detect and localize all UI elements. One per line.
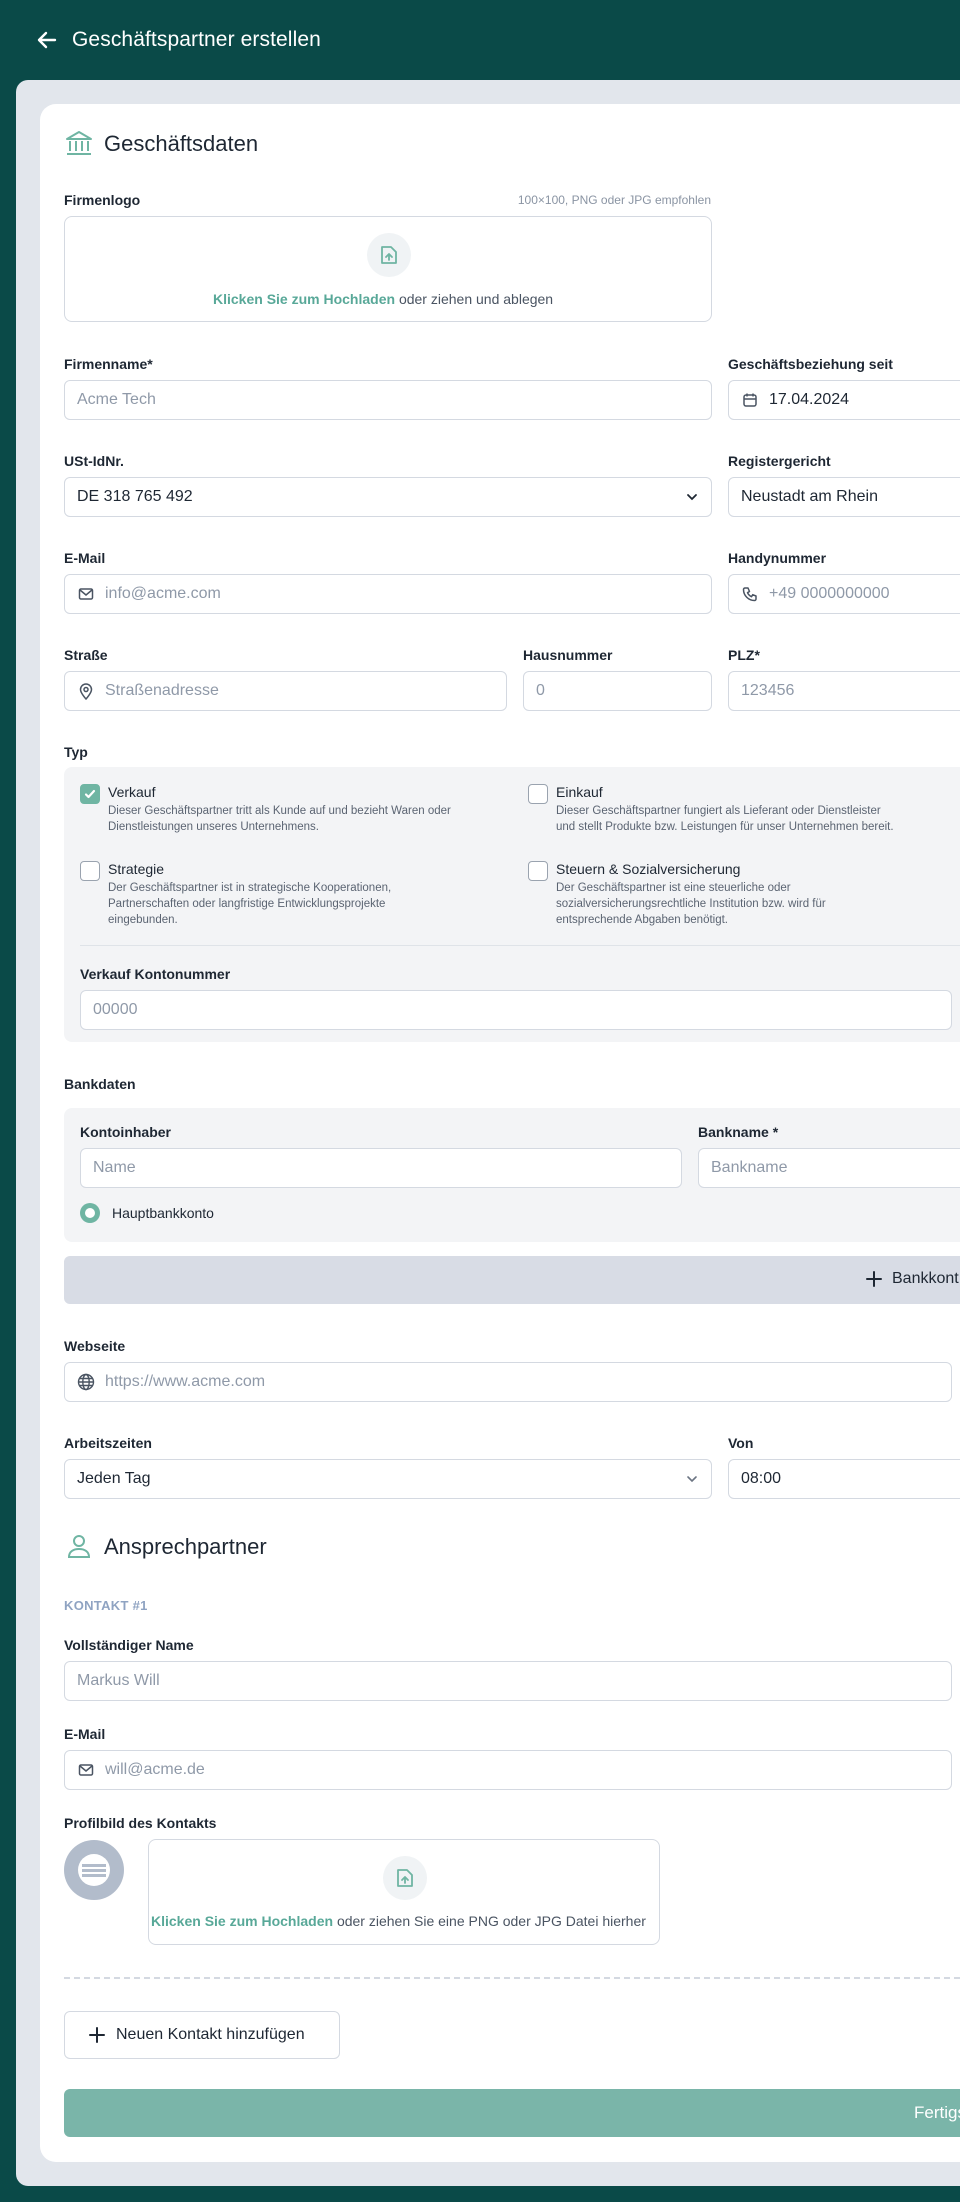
main-account-label: Hauptbankkonto bbox=[112, 1205, 214, 1221]
house-number-label: Hausnummer bbox=[523, 647, 613, 663]
zip-input[interactable]: 123456 bbox=[728, 671, 960, 711]
submit-label: Fertigs bbox=[914, 2103, 960, 2122]
chevron-down-icon bbox=[685, 490, 699, 509]
account-holder-label: Kontoinhaber bbox=[80, 1124, 171, 1140]
avatar-placeholder-icon bbox=[78, 1854, 110, 1886]
contact-email-label: E-Mail bbox=[64, 1726, 106, 1742]
add-contact-label: Neuen Kontakt hinzufügen bbox=[116, 2026, 305, 2043]
main-account-radio[interactable] bbox=[80, 1203, 100, 1223]
logo-upload-link[interactable]: Klicken Sie zum Hochladen bbox=[213, 291, 395, 307]
zip-label: PLZ* bbox=[728, 647, 760, 663]
contact-photo-label: Profilbild des Kontakts bbox=[64, 1815, 217, 1831]
street-input[interactable]: Straßenadresse bbox=[64, 671, 507, 711]
relation-since-datepicker[interactable]: 17.04.2024 bbox=[728, 380, 960, 420]
account-holder-input[interactable]: Name bbox=[80, 1148, 682, 1188]
company-name-input[interactable]: Acme Tech bbox=[64, 380, 712, 420]
vat-select[interactable]: DE 318 765 492 bbox=[64, 477, 712, 517]
contact-separator bbox=[64, 1977, 960, 1979]
type-desc-einkauf: Dieser Geschäftspartner fungiert als Lie… bbox=[556, 805, 894, 833]
logo-label: Firmenlogo bbox=[64, 192, 141, 208]
upload-icon bbox=[383, 1856, 427, 1900]
email-input[interactable]: info@acme.com bbox=[64, 574, 712, 614]
avatar bbox=[64, 1840, 124, 1900]
mobile-label: Handynummer bbox=[728, 550, 827, 566]
type-name-einkauf: Einkauf bbox=[556, 784, 603, 800]
type-name-verkauf: Verkauf bbox=[108, 784, 156, 800]
add-bank-account-button[interactable]: Bankkont bbox=[64, 1256, 960, 1304]
bank-building-icon bbox=[64, 128, 94, 158]
relation-since-label: Geschäftsbeziehung seit bbox=[728, 356, 893, 372]
plus-icon bbox=[864, 1269, 884, 1294]
company-name-label: Firmenname* bbox=[64, 356, 153, 372]
type-checkbox-steuern[interactable] bbox=[528, 861, 548, 881]
type-checkbox-einkauf[interactable] bbox=[528, 784, 548, 804]
location-pin-icon bbox=[77, 682, 95, 700]
website-label: Webseite bbox=[64, 1338, 126, 1354]
sales-account-input[interactable]: 00000 bbox=[80, 990, 952, 1030]
logo-upload-text: Klicken Sie zum Hochladen oder ziehen un… bbox=[213, 291, 554, 307]
submit-button[interactable]: Fertigs bbox=[64, 2089, 960, 2137]
contact-email-input[interactable]: will@acme.de bbox=[64, 1750, 952, 1790]
sales-account-label: Verkauf Kontonummer bbox=[80, 966, 231, 982]
register-court-label: Registergericht bbox=[728, 453, 831, 469]
section-title-contacts: Ansprechpartner bbox=[104, 1534, 267, 1559]
type-desc-steuern: Der Geschäftspartner ist eine steuerlich… bbox=[556, 882, 826, 926]
hours-from-input[interactable]: 08:00 bbox=[728, 1459, 960, 1499]
hours-from-label: Von bbox=[728, 1435, 754, 1451]
type-name-strategie: Strategie bbox=[108, 861, 165, 877]
website-input[interactable]: https://www.acme.com bbox=[64, 1362, 952, 1402]
contact-photo-upload-text: Klicken Sie zum Hochladen oder ziehen Si… bbox=[151, 1913, 646, 1929]
working-hours-select[interactable]: Jeden Tag bbox=[64, 1459, 712, 1499]
email-label: E-Mail bbox=[64, 550, 106, 566]
calendar-icon bbox=[741, 391, 759, 409]
type-panel: Verkauf Dieser Geschäftspartner tritt al… bbox=[64, 767, 960, 1042]
globe-icon bbox=[77, 1373, 95, 1391]
mail-icon bbox=[77, 1761, 95, 1779]
section-title-business: Geschäftsdaten bbox=[104, 131, 259, 156]
type-label: Typ bbox=[64, 744, 88, 760]
chevron-down-icon bbox=[685, 1472, 699, 1491]
bank-data-label: Bankdaten bbox=[64, 1076, 136, 1092]
page-title: Geschäftspartner erstellen bbox=[72, 28, 321, 51]
register-court-input[interactable]: Neustadt am Rhein bbox=[728, 477, 960, 517]
type-desc-strategie: Der Geschäftspartner ist in strategische… bbox=[108, 882, 392, 926]
add-contact-button[interactable]: Neuen Kontakt hinzufügen bbox=[64, 2011, 340, 2059]
bank-panel: Kontoinhaber Name Bankname * Bankname Ha… bbox=[64, 1108, 960, 1242]
type-divider bbox=[80, 945, 960, 946]
upload-icon bbox=[367, 233, 411, 277]
contact-name-label: Vollständiger Name bbox=[64, 1637, 194, 1653]
house-number-input[interactable]: 0 bbox=[523, 671, 712, 711]
add-bank-account-label: Bankkont bbox=[892, 1270, 959, 1287]
plus-icon bbox=[87, 2025, 107, 2050]
form-card: Geschäftsdaten Firmenlogo 100×100, PNG o… bbox=[40, 104, 960, 2162]
type-name-steuern: Steuern & Sozialversicherung bbox=[556, 861, 741, 877]
vat-label: USt-IdNr. bbox=[64, 453, 124, 469]
bank-name-input[interactable]: Bankname bbox=[698, 1148, 960, 1188]
bank-name-label: Bankname * bbox=[698, 1124, 779, 1140]
type-desc-verkauf: Dieser Geschäftspartner tritt als Kunde … bbox=[108, 805, 451, 833]
back-arrow-icon[interactable] bbox=[34, 27, 60, 53]
user-icon bbox=[64, 1531, 94, 1561]
contact-name-input[interactable]: Markus Will bbox=[64, 1661, 952, 1701]
app-header: Geschäftspartner erstellen bbox=[0, 0, 960, 80]
logo-upload-dropzone[interactable]: Klicken Sie zum Hochladen oder ziehen un… bbox=[64, 216, 712, 322]
contact-photo-upload-link[interactable]: Klicken Sie zum Hochladen bbox=[151, 1913, 333, 1929]
logo-hint: 100×100, PNG oder JPG empfohlen bbox=[517, 193, 711, 207]
check-icon bbox=[84, 789, 96, 799]
phone-icon bbox=[741, 585, 759, 603]
contact-photo-dropzone[interactable]: Klicken Sie zum Hochladen oder ziehen Si… bbox=[148, 1839, 660, 1945]
type-checkbox-strategie[interactable] bbox=[80, 861, 100, 881]
mail-icon bbox=[77, 585, 95, 603]
street-label: Straße bbox=[64, 647, 108, 663]
mobile-input[interactable]: +49 0000000000 bbox=[728, 574, 960, 614]
type-checkbox-verkauf[interactable] bbox=[80, 784, 100, 804]
contact-header: KONTAKT #1 bbox=[64, 1598, 148, 1613]
working-hours-label: Arbeitszeiten bbox=[64, 1435, 152, 1451]
